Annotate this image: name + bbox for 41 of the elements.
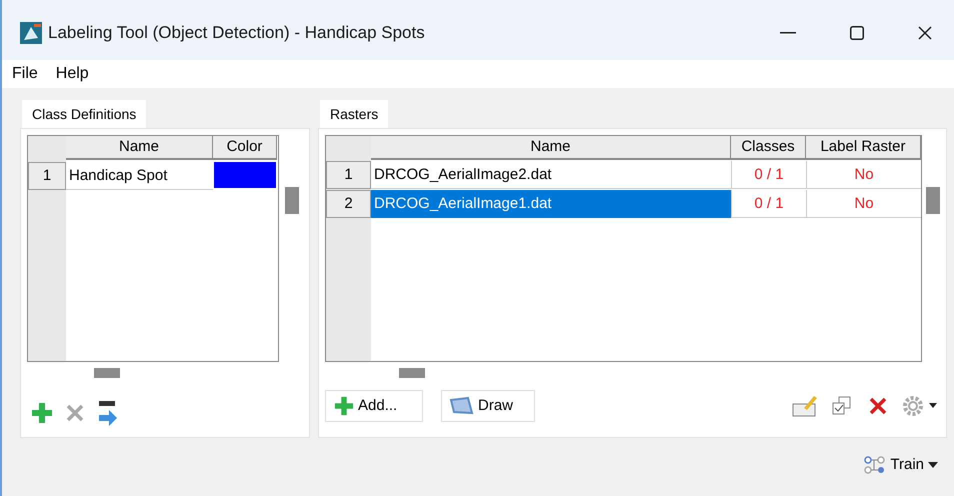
nodes-icon bbox=[864, 456, 886, 474]
edit-label-icon[interactable] bbox=[792, 394, 818, 418]
column-header[interactable]: Name bbox=[66, 136, 213, 160]
row-header[interactable]: 1 bbox=[28, 162, 66, 190]
scrollbar-thumb[interactable] bbox=[926, 187, 940, 214]
table-cell[interactable]: DRCOG_AerialImage1.dat bbox=[371, 190, 731, 218]
settings-icon[interactable] bbox=[902, 395, 938, 417]
scrollbar-thumb[interactable] bbox=[94, 368, 120, 378]
delete-icon[interactable] bbox=[868, 396, 888, 416]
column-header[interactable]: Classes bbox=[731, 136, 806, 160]
row-header[interactable]: 2 bbox=[326, 190, 371, 218]
train-button[interactable]: Train bbox=[864, 452, 938, 478]
app-logo-icon bbox=[20, 22, 42, 44]
scrollbar-thumb[interactable] bbox=[399, 368, 425, 378]
add-button[interactable]: Add... bbox=[325, 390, 423, 422]
minimize-icon[interactable] bbox=[780, 32, 796, 34]
dropdown-arrow-icon bbox=[928, 462, 938, 468]
table-cell: No bbox=[806, 190, 921, 218]
scrollbar-thumb[interactable] bbox=[285, 187, 299, 214]
plus-icon bbox=[334, 396, 354, 416]
tab[interactable]: Class Definitions bbox=[22, 100, 146, 128]
window-title: Labeling Tool (Object Detection) - Handicap Spots bbox=[48, 22, 425, 44]
column-header[interactable]: Name bbox=[371, 136, 731, 160]
checkboxes-icon[interactable] bbox=[832, 396, 852, 416]
menu-item[interactable]: Help bbox=[48, 62, 97, 86]
table-cell: 0 / 1 bbox=[731, 161, 806, 189]
polygon-icon bbox=[448, 396, 474, 416]
draw-button[interactable]: Draw bbox=[441, 390, 535, 422]
column-header[interactable]: Label Raster bbox=[806, 136, 921, 160]
maximize-icon[interactable] bbox=[850, 26, 864, 40]
roi-arrow-icon[interactable] bbox=[97, 400, 119, 426]
row-header[interactable]: 1 bbox=[326, 161, 371, 189]
tab[interactable]: Rasters bbox=[320, 100, 388, 128]
table-cell: 0 / 1 bbox=[731, 190, 806, 218]
table-cell: No bbox=[806, 161, 921, 189]
close-icon[interactable] bbox=[918, 26, 932, 40]
menu-item[interactable]: File bbox=[4, 62, 46, 86]
column-header[interactable]: Color bbox=[213, 136, 277, 160]
plus-icon[interactable] bbox=[31, 402, 53, 424]
x-icon[interactable] bbox=[65, 403, 85, 423]
color-swatch[interactable] bbox=[214, 162, 276, 188]
